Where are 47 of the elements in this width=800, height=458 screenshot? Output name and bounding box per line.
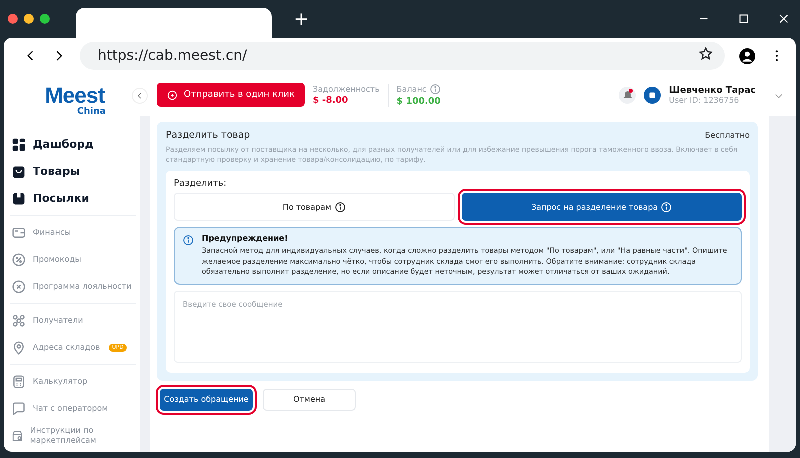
bell-icon [622, 90, 633, 100]
people-icon [12, 314, 26, 328]
sidebar-item[interactable]: Финансы [10, 219, 136, 246]
create-button[interactable]: Создать обращение [160, 388, 253, 411]
sidebar-item[interactable]: Промокоды [10, 246, 136, 273]
profile-icon [739, 48, 756, 64]
chat-icon [12, 402, 26, 416]
info-icon [183, 235, 194, 246]
stat-value: $ 100.00 [396, 96, 441, 106]
location-pin-icon [12, 340, 26, 354]
window-zoom-button[interactable] [40, 14, 50, 24]
window-minimize-button[interactable] [24, 14, 34, 24]
sidebar-item[interactable]: Посылки [10, 185, 136, 212]
grid-icon [12, 138, 26, 152]
cancel-button[interactable]: Отмена [263, 388, 356, 411]
sidebar-item[interactable]: Дашборд [10, 131, 136, 158]
maximize-icon [738, 13, 750, 25]
user-id: User ID: 1236756 [669, 96, 740, 104]
stat-label: Задолженность [312, 84, 380, 94]
wallet-icon [12, 226, 26, 240]
avatar[interactable] [644, 86, 662, 104]
sidebar-item[interactable]: Товары [10, 158, 136, 185]
notification-button[interactable] [619, 86, 636, 104]
stat-label: Баланс [396, 84, 441, 94]
sidebar-item[interactable]: Калькулятор [10, 368, 136, 395]
close-icon [778, 13, 790, 25]
info-icon [661, 202, 672, 213]
split-option[interactable]: По товарам [174, 193, 454, 222]
warning-title: Предупреждение! [202, 234, 290, 244]
star-icon [699, 47, 713, 61]
info-icon [334, 202, 346, 213]
calculator-icon [12, 374, 26, 388]
store-icon [12, 428, 24, 442]
send-button[interactable]: Отправить в один клик [157, 83, 305, 107]
stat-value: $ -8.00 [312, 96, 350, 106]
info-icon [430, 84, 441, 94]
section-title: Разделить товар [166, 130, 250, 141]
chevron-left-icon [136, 92, 144, 100]
window-close-button[interactable] [8, 14, 18, 24]
address-field[interactable]: https://cab.meest.cn/ [80, 42, 725, 70]
price-label: Бесплатно [705, 131, 750, 140]
logo: Meest China [44, 82, 107, 119]
split-label: Разделить: [174, 179, 228, 190]
sidebar-item[interactable]: Программа лояльности [10, 273, 136, 300]
new-tab-button[interactable]: + [294, 8, 310, 30]
percent-icon [12, 252, 26, 266]
user-name: Шевченко Тарас [669, 86, 756, 96]
